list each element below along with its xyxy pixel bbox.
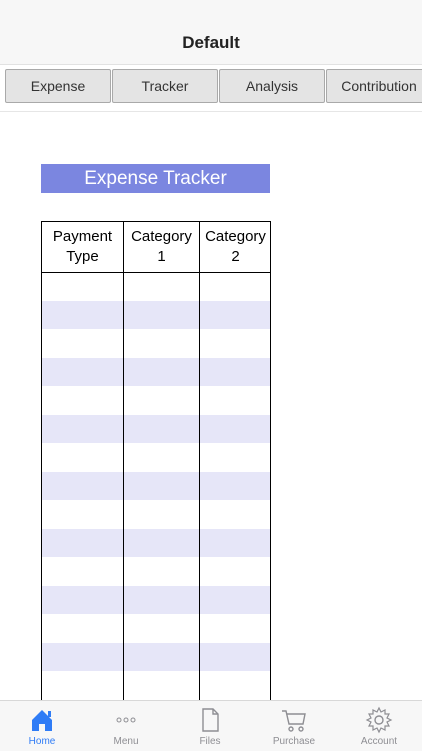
column-divider <box>123 222 124 700</box>
nav-bar: Default <box>0 0 422 65</box>
header-divider <box>42 272 270 273</box>
expense-table[interactable]: Payment Type Category 1 Category 2 <box>41 221 271 700</box>
column-divider <box>199 222 200 700</box>
tab-contribution[interactable]: Contribution <box>326 69 422 103</box>
cart-icon <box>282 710 306 732</box>
file-icon <box>202 708 219 732</box>
column-header-payment-type: Payment Type <box>52 228 113 265</box>
tabbar-item-home[interactable]: Home <box>0 701 84 751</box>
tabbar-item-menu[interactable]: Menu <box>84 701 168 751</box>
tabbar-item-purchase[interactable]: Purchase <box>252 701 336 751</box>
column-header-category-1: Category 1 <box>131 228 192 265</box>
tab-analysis[interactable]: Analysis <box>219 69 325 103</box>
page-title: Default <box>182 33 240 52</box>
table-row-band <box>42 643 270 671</box>
home-icon <box>32 710 52 731</box>
sheet-tab-strip: Expense Tracker Analysis Contribution <box>0 65 422 112</box>
column-header-category-2: Category 2 <box>205 228 266 265</box>
table-row-band <box>42 586 270 614</box>
more-icon <box>116 717 136 723</box>
tab-expense[interactable]: Expense <box>5 69 111 103</box>
bottom-tab-bar: Home Menu Files Purchase Account <box>0 700 422 751</box>
tab-tracker[interactable]: Tracker <box>112 69 218 103</box>
tabbar-item-files[interactable]: Files <box>168 701 252 751</box>
table-row-band <box>42 358 270 386</box>
gear-icon <box>365 706 393 734</box>
table-row-band <box>42 472 270 500</box>
table-row-band <box>42 301 270 329</box>
tabbar-item-account[interactable]: Account <box>336 701 422 751</box>
table-row-band <box>42 529 270 557</box>
table-row-band <box>42 415 270 443</box>
sheet-title: Expense Tracker <box>41 164 270 193</box>
